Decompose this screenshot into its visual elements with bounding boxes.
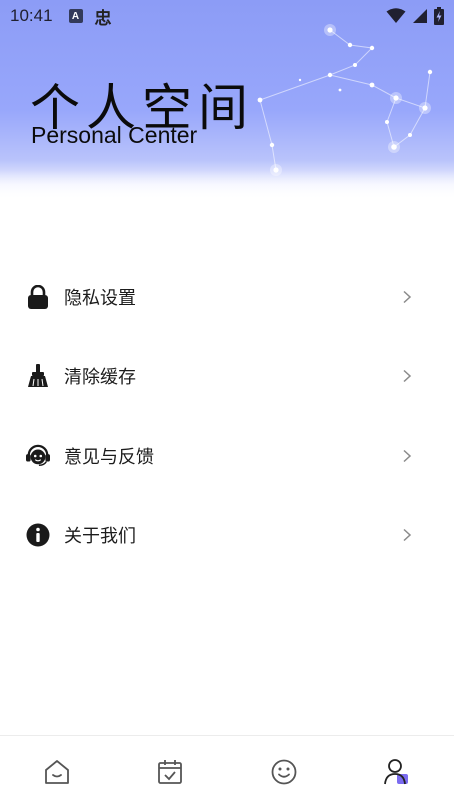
broom-icon xyxy=(26,364,50,388)
nav-tab-profile[interactable] xyxy=(341,736,454,809)
bottom-navigation xyxy=(0,735,454,809)
menu-item-label: 清除缓存 xyxy=(64,363,400,389)
menu-item-clear-cache[interactable]: 清除缓存 xyxy=(0,337,454,417)
menu-item-feedback[interactable]: 意见与反馈 xyxy=(0,416,454,496)
chevron-right-icon xyxy=(400,369,414,383)
menu-item-label: 隐私设置 xyxy=(64,284,400,310)
smiley-icon xyxy=(270,758,298,786)
menu-item-privacy-settings[interactable]: 隐私设置 xyxy=(0,257,454,337)
page-subtitle: Personal Center xyxy=(31,122,197,149)
chevron-right-icon xyxy=(400,449,414,463)
wifi-icon xyxy=(386,8,406,24)
hanzi-notification-icon: 忠 xyxy=(95,4,112,29)
nav-tab-mood[interactable] xyxy=(227,736,341,809)
home-icon xyxy=(43,758,71,786)
a-badge-icon: A xyxy=(69,9,83,23)
menu-item-about-us[interactable]: 关于我们 xyxy=(0,496,454,576)
battery-charging-icon xyxy=(434,7,444,25)
header-banner: 10:41 A 忠 个人空间 Personal Center xyxy=(0,0,454,200)
status-time: 10:41 xyxy=(10,6,53,26)
nav-tab-home[interactable] xyxy=(0,736,114,809)
menu-item-label: 意见与反馈 xyxy=(64,443,400,469)
menu-item-label: 关于我们 xyxy=(64,522,400,548)
chevron-right-icon xyxy=(400,528,414,542)
status-bar: 10:41 A 忠 xyxy=(0,0,454,32)
lock-icon xyxy=(26,285,50,309)
settings-menu: 隐私设置 清除缓存 xyxy=(0,257,454,575)
signal-icon xyxy=(412,8,428,24)
nav-tab-calendar[interactable] xyxy=(114,736,228,809)
calendar-check-icon xyxy=(156,758,184,786)
headset-icon xyxy=(26,444,50,468)
user-icon xyxy=(382,757,412,787)
chevron-right-icon xyxy=(400,290,414,304)
info-icon xyxy=(26,523,50,547)
